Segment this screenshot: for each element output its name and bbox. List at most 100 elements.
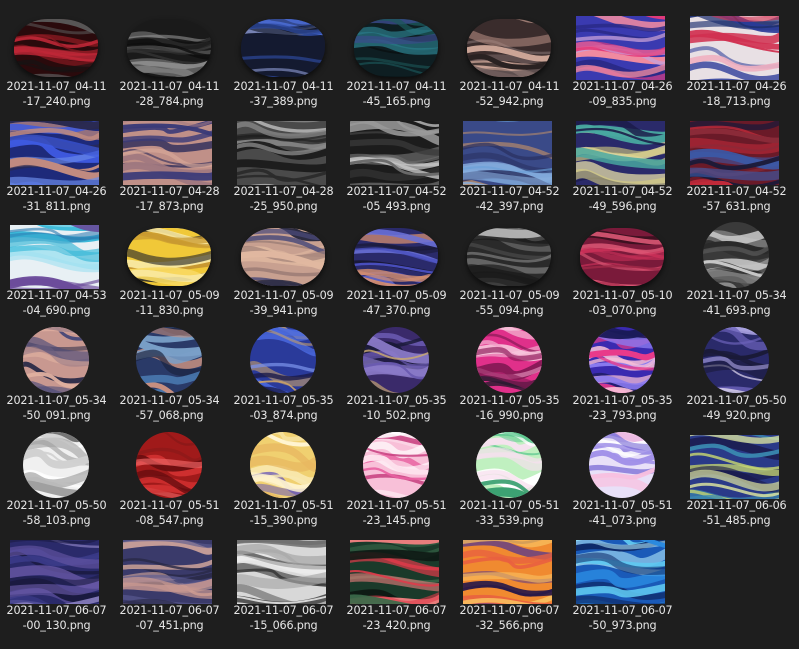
file-item[interactable]: 2021-11-07_05-34 -50_091.png <box>0 320 113 426</box>
file-item[interactable]: 2021-11-07_06-07 -00_130.png <box>0 530 113 636</box>
file-name: 2021-11-07_04-52 -05_493.png <box>340 184 453 214</box>
file-name-line2: -52_942.png <box>475 95 544 108</box>
file-item[interactable]: 2021-11-07_05-51 -08_547.png <box>113 425 226 531</box>
file-item[interactable]: 2021-11-07_05-51 -15_390.png <box>227 425 340 531</box>
file-item[interactable]: 2021-11-07_06-07 -32_566.png <box>453 530 566 636</box>
file-item[interactable]: 2021-11-07_05-50 -58_103.png <box>0 425 113 531</box>
file-name-line2: -33_539.png <box>475 514 544 527</box>
file-item[interactable]: 2021-11-07_04-26 -09_835.png <box>566 6 679 112</box>
file-name-line2: -39_941.png <box>249 304 318 317</box>
file-name-line2: -41_073.png <box>588 514 657 527</box>
file-item[interactable]: 2021-11-07_05-09 -55_094.png <box>453 215 566 321</box>
file-name-line2: -45_165.png <box>362 95 431 108</box>
file-name-line2: -23_793.png <box>588 409 657 422</box>
image-thumbnail <box>237 540 326 604</box>
image-thumbnail <box>250 327 316 393</box>
file-name: 2021-11-07_04-11 -17_240.png <box>0 79 113 109</box>
file-name-line2: -50_973.png <box>588 619 657 632</box>
file-name-line1: 2021-11-07_05-09 <box>233 289 334 302</box>
file-name: 2021-11-07_04-28 -17_873.png <box>113 184 226 214</box>
thumbnail-frame <box>340 432 453 502</box>
image-thumbnail <box>690 435 779 499</box>
file-item[interactable]: 2021-11-07_04-52 -57_631.png <box>680 111 793 217</box>
file-item[interactable]: 2021-11-07_04-11 -17_240.png <box>0 6 113 112</box>
file-item[interactable]: 2021-11-07_05-09 -11_830.png <box>113 215 226 321</box>
file-item[interactable]: 2021-11-07_06-06 -51_485.png <box>680 425 793 531</box>
file-item[interactable]: 2021-11-07_05-09 -39_941.png <box>227 215 340 321</box>
thumbnail-frame <box>340 118 453 188</box>
file-name: 2021-11-07_05-34 -41_693.png <box>680 288 793 318</box>
file-name-line1: 2021-11-07_05-34 <box>119 394 220 407</box>
thumbnail-frame <box>113 222 226 292</box>
file-item[interactable]: 2021-11-07_05-51 -41_073.png <box>566 425 679 531</box>
file-item[interactable]: 2021-11-07_04-11 -52_942.png <box>453 6 566 112</box>
file-item[interactable]: 2021-11-07_05-35 -23_793.png <box>566 320 679 426</box>
file-item[interactable]: 2021-11-07_05-50 -49_920.png <box>680 320 793 426</box>
image-thumbnail <box>576 121 665 185</box>
file-item[interactable]: 2021-11-07_05-35 -03_874.png <box>227 320 340 426</box>
file-item[interactable]: 2021-11-07_04-11 -45_165.png <box>340 6 453 112</box>
file-name: 2021-11-07_05-51 -33_539.png <box>453 498 566 528</box>
file-item[interactable]: 2021-11-07_05-35 -10_502.png <box>340 320 453 426</box>
image-thumbnail <box>14 19 98 77</box>
image-thumbnail <box>136 432 202 498</box>
file-name: 2021-11-07_05-10 -03_070.png <box>566 288 679 318</box>
thumbnail-frame <box>0 118 113 188</box>
image-thumbnail <box>127 19 211 77</box>
file-name-line2: -15_390.png <box>249 514 318 527</box>
file-name: 2021-11-07_06-07 -23_420.png <box>340 603 453 633</box>
file-name-line2: -15_066.png <box>249 619 318 632</box>
file-item[interactable]: 2021-11-07_05-10 -03_070.png <box>566 215 679 321</box>
file-item[interactable]: 2021-11-07_04-11 -37_389.png <box>227 6 340 112</box>
file-name-line2: -00_130.png <box>22 619 91 632</box>
thumbnail-frame <box>680 432 793 502</box>
file-item[interactable]: 2021-11-07_06-07 -23_420.png <box>340 530 453 636</box>
file-name: 2021-11-07_06-07 -50_973.png <box>566 603 679 633</box>
file-name-line2: -04_690.png <box>22 304 91 317</box>
image-thumbnail <box>127 228 211 286</box>
file-item[interactable]: 2021-11-07_04-52 -49_596.png <box>566 111 679 217</box>
file-name: 2021-11-07_05-35 -03_874.png <box>227 393 340 423</box>
thumbnail-frame <box>113 432 226 502</box>
thumbnail-frame <box>680 222 793 292</box>
file-item[interactable]: 2021-11-07_04-52 -05_493.png <box>340 111 453 217</box>
file-name-line1: 2021-11-07_06-06 <box>686 499 787 512</box>
file-item[interactable]: 2021-11-07_04-26 -31_811.png <box>0 111 113 217</box>
file-item[interactable]: 2021-11-07_05-34 -57_068.png <box>113 320 226 426</box>
thumbnail-frame <box>453 13 566 83</box>
file-name-line1: 2021-11-07_05-09 <box>346 289 447 302</box>
file-item[interactable]: 2021-11-07_06-07 -15_066.png <box>227 530 340 636</box>
file-item[interactable]: 2021-11-07_04-52 -42_397.png <box>453 111 566 217</box>
file-item[interactable]: 2021-11-07_05-09 -47_370.png <box>340 215 453 321</box>
file-item[interactable]: 2021-11-07_06-07 -07_451.png <box>113 530 226 636</box>
thumbnail-frame <box>340 537 453 607</box>
image-thumbnail <box>250 432 316 498</box>
file-item[interactable]: 2021-11-07_05-51 -33_539.png <box>453 425 566 531</box>
file-name-line2: -41_693.png <box>702 304 771 317</box>
file-item[interactable]: 2021-11-07_04-53 -04_690.png <box>0 215 113 321</box>
file-name-line1: 2021-11-07_05-50 <box>686 394 787 407</box>
file-item[interactable]: 2021-11-07_04-11 -28_784.png <box>113 6 226 112</box>
thumbnail-frame <box>0 327 113 397</box>
file-item[interactable]: 2021-11-07_05-34 -41_693.png <box>680 215 793 321</box>
image-thumbnail <box>241 19 325 77</box>
file-item[interactable]: 2021-11-07_05-35 -16_990.png <box>453 320 566 426</box>
file-name: 2021-11-07_04-53 -04_690.png <box>0 288 113 318</box>
file-name-line1: 2021-11-07_06-07 <box>6 604 107 617</box>
file-name: 2021-11-07_06-06 -51_485.png <box>680 498 793 528</box>
file-name: 2021-11-07_05-51 -41_073.png <box>566 498 679 528</box>
file-item[interactable]: 2021-11-07_04-28 -17_873.png <box>113 111 226 217</box>
image-thumbnail <box>703 222 769 288</box>
file-item[interactable]: 2021-11-07_05-51 -23_145.png <box>340 425 453 531</box>
file-name: 2021-11-07_06-07 -15_066.png <box>227 603 340 633</box>
file-name-line1: 2021-11-07_04-11 <box>459 80 560 93</box>
file-item[interactable]: 2021-11-07_04-28 -25_950.png <box>227 111 340 217</box>
image-thumbnail <box>576 16 665 80</box>
image-thumbnail <box>589 432 655 498</box>
image-thumbnail <box>241 228 325 286</box>
file-name: 2021-11-07_05-09 -55_094.png <box>453 288 566 318</box>
file-name: 2021-11-07_05-34 -57_068.png <box>113 393 226 423</box>
file-item[interactable]: 2021-11-07_04-26 -18_713.png <box>680 6 793 112</box>
file-name: 2021-11-07_05-51 -15_390.png <box>227 498 340 528</box>
file-item[interactable]: 2021-11-07_06-07 -50_973.png <box>566 530 679 636</box>
